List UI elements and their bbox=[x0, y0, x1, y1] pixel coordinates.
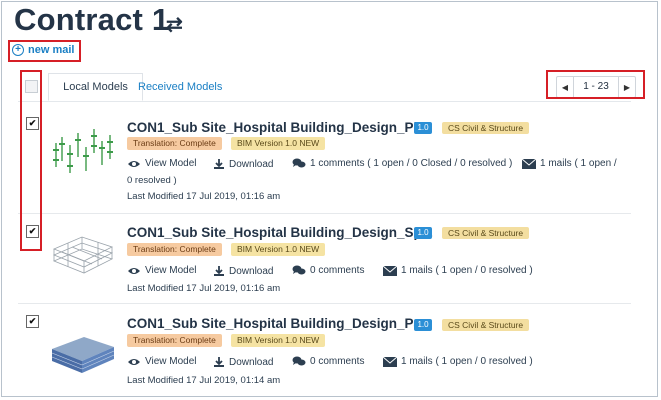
swap-arrows-icon[interactable]: ⇄ bbox=[166, 12, 183, 37]
mails-link[interactable]: 1 mails ( 1 open / 0 resolved ) bbox=[383, 356, 533, 367]
comments-label: 1 comments ( 1 open / 0 Closed / 0 resol… bbox=[310, 158, 513, 169]
translation-tag: Translation: Complete bbox=[127, 334, 222, 347]
bim-version-tag: BIM Version 1.0 NEW bbox=[231, 334, 326, 347]
plus-circle-icon: + bbox=[12, 44, 24, 56]
eye-icon bbox=[128, 160, 140, 167]
mails-link[interactable]: 1 mails ( 1 open / bbox=[522, 158, 617, 169]
discipline-tag: CS Civil & Structure bbox=[442, 319, 530, 331]
view-model-label: View Model bbox=[145, 265, 197, 276]
bim-version-tag: BIM Version 1.0 NEW bbox=[231, 243, 326, 256]
envelope-icon bbox=[522, 158, 536, 169]
comments-link[interactable]: 0 comments bbox=[292, 265, 364, 276]
bim-version-tag: BIM Version 1.0 NEW bbox=[231, 137, 326, 150]
last-modified: Last Modified 17 Jul 2019, 01:16 am bbox=[127, 283, 281, 294]
comments-icon bbox=[292, 158, 306, 168]
model-name[interactable]: CON1_Sub Site_Hospital Building_Design_P… bbox=[127, 120, 429, 135]
eye-icon bbox=[128, 358, 140, 365]
envelope-icon bbox=[383, 265, 397, 276]
version-badge: 1.0 bbox=[414, 227, 432, 239]
download-label: Download bbox=[229, 356, 274, 368]
model-tabs: Local Models Received Models bbox=[18, 73, 631, 102]
mails-label: 1 mails ( 1 open / bbox=[540, 158, 617, 169]
view-model-button[interactable]: View Model bbox=[127, 356, 197, 367]
checkmark-icon: ✔ bbox=[28, 226, 37, 236]
download-button[interactable]: Download bbox=[213, 158, 273, 170]
prev-page-button[interactable]: ◀ bbox=[557, 83, 573, 92]
comments-label: 0 comments bbox=[310, 356, 365, 367]
page-range: 1 - 23 bbox=[573, 77, 619, 97]
comments-link[interactable]: 1 comments ( 1 open / 0 Closed / 0 resol… bbox=[292, 158, 512, 169]
next-page-button[interactable]: ▶ bbox=[619, 83, 635, 92]
download-button[interactable]: Download bbox=[213, 265, 273, 277]
model-row: ✔ CON1_Sub Site_Hospital Building_Design… bbox=[18, 213, 631, 304]
last-modified: Last Modified 17 Jul 2019, 01:14 am bbox=[127, 375, 281, 386]
translation-tag: Translation: Complete bbox=[127, 137, 222, 150]
row-checkbox[interactable]: ✔ bbox=[26, 117, 39, 130]
mails-label: 1 mails ( 1 open / 0 resolved ) bbox=[401, 356, 533, 367]
view-model-button[interactable]: View Model bbox=[127, 265, 197, 276]
comments-label: 0 comments bbox=[310, 265, 365, 276]
last-modified: Last Modified 17 Jul 2019, 01:16 am bbox=[127, 191, 281, 202]
page-title: Contract 1 bbox=[14, 2, 170, 37]
row-checkbox[interactable]: ✔ bbox=[26, 315, 39, 328]
model-thumbnail[interactable] bbox=[48, 321, 118, 377]
comments-icon bbox=[292, 356, 306, 366]
model-name[interactable]: CON1_Sub Site_Hospital Building_Design_S… bbox=[127, 225, 433, 240]
download-button[interactable]: Download bbox=[213, 356, 273, 368]
model-thumbnail[interactable] bbox=[48, 123, 118, 179]
envelope-icon bbox=[383, 356, 397, 367]
comments-icon bbox=[292, 265, 306, 275]
model-name[interactable]: CON1_Sub Site_Hospital Building_Design_P… bbox=[127, 316, 432, 331]
download-label: Download bbox=[229, 158, 274, 170]
new-mail-link[interactable]: + new mail bbox=[12, 44, 74, 56]
translation-tag: Translation: Complete bbox=[127, 243, 222, 256]
view-model-label: View Model bbox=[145, 356, 197, 367]
pagination: ◀ 1 - 23 ▶ bbox=[556, 76, 636, 98]
model-row: ✔ CON1_Sub Site_Hospital Building_Design… bbox=[18, 303, 631, 395]
tab-received-models[interactable]: Received Models bbox=[138, 73, 222, 101]
download-label: Download bbox=[229, 265, 274, 277]
discipline-tag: CS Civil & Structure bbox=[442, 122, 530, 134]
view-model-label: View Model bbox=[145, 158, 197, 169]
model-thumbnail[interactable] bbox=[48, 227, 118, 283]
checkmark-icon: ✔ bbox=[28, 316, 37, 326]
download-icon bbox=[214, 159, 224, 169]
tab-local-models[interactable]: Local Models bbox=[48, 73, 143, 101]
view-model-button[interactable]: View Model bbox=[127, 158, 197, 169]
download-icon bbox=[214, 266, 224, 276]
row-checkbox[interactable]: ✔ bbox=[26, 225, 39, 238]
download-icon bbox=[214, 357, 224, 367]
checkmark-icon: ✔ bbox=[28, 118, 37, 128]
version-badge: 1.0 bbox=[414, 319, 432, 331]
mails-label: 1 mails ( 1 open / 0 resolved ) bbox=[401, 265, 533, 276]
model-row: ✔ CON1_Sub Site_Hospital Building_Design… bbox=[18, 101, 631, 214]
eye-icon bbox=[128, 267, 140, 274]
mails-continued: 0 resolved ) bbox=[127, 175, 177, 186]
discipline-tag: CS Civil & Structure bbox=[442, 227, 530, 239]
comments-link[interactable]: 0 comments bbox=[292, 356, 364, 367]
new-mail-label: new mail bbox=[28, 44, 75, 56]
version-badge: 1.0 bbox=[414, 122, 432, 134]
select-all-checkbox[interactable] bbox=[25, 80, 38, 93]
mails-link[interactable]: 1 mails ( 1 open / 0 resolved ) bbox=[383, 265, 533, 276]
